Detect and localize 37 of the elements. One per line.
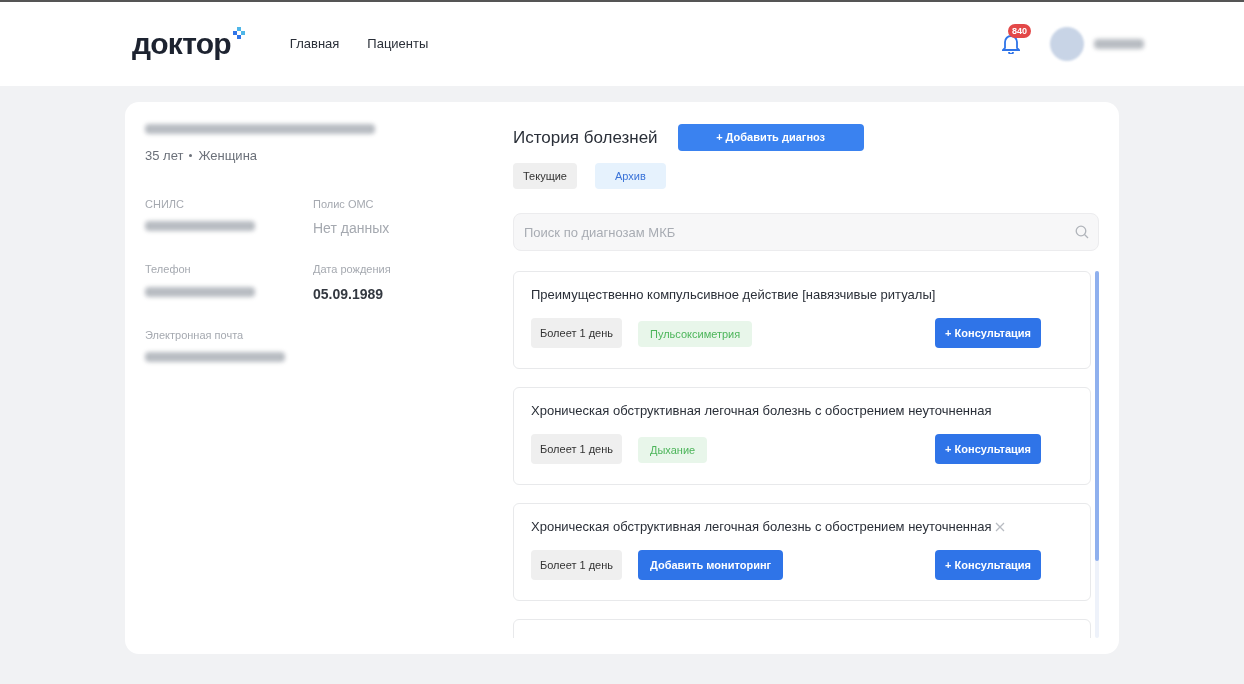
nav-link[interactable]: Пациенты	[367, 34, 429, 54]
field-label: Полис ОМС	[313, 196, 375, 212]
consultation-button[interactable]: + Консультация	[935, 433, 1041, 464]
diagnosis-title: Преимущественно компульсивное действие [навязчивые ритуалы]	[531, 286, 936, 304]
diagnosis-title: Хроническая обструктивная легочная болезнь с обострением неуточненная	[531, 518, 992, 536]
scrollbar[interactable]	[1095, 271, 1099, 638]
search-field[interactable]: Поиск по диагнозам МКБ	[513, 213, 1099, 251]
search-icon	[1075, 225, 1089, 239]
field-label: СНИЛС	[145, 196, 185, 212]
patient-sex: Женщина	[198, 147, 258, 165]
bell-icon	[1002, 34, 1020, 54]
field-label: Телефон	[145, 262, 192, 277]
field-value: 05.09.1989	[313, 284, 385, 304]
field-label: Дата рождения	[313, 262, 392, 277]
patient-age: 35 лет	[145, 147, 184, 165]
close-icon[interactable]	[995, 521, 1006, 532]
notification-count: 840	[1008, 24, 1032, 38]
avatar[interactable]	[1050, 27, 1084, 61]
nav-link[interactable]: Главная	[289, 34, 340, 54]
field-label: Электронная почта	[145, 327, 245, 343]
duration-tag: Болеет 1 день	[531, 549, 622, 580]
field-value: Нет данных	[313, 219, 391, 238]
consultation-button[interactable]: + Консультация	[935, 317, 1041, 348]
section-title: История болезней	[513, 126, 658, 149]
monitoring-tag: Пульсоксиметрия	[638, 320, 753, 347]
filter-tab[interactable]: Текущие	[513, 163, 577, 189]
logo: доктор	[132, 29, 231, 59]
duration-tag: Болеет 1 день	[531, 433, 622, 464]
cross-logo-icon	[232, 27, 245, 39]
diagnosis-title: Хроническая обструктивная легочная болезнь с обострением неуточненная	[531, 402, 992, 420]
add-diagnosis-button[interactable]: + Добавить диагноз	[677, 124, 864, 151]
monitoring-tag: Дыхание	[638, 436, 708, 463]
consultation-button[interactable]: + Консультация	[935, 549, 1041, 580]
duration-tag: Болеет 1 день	[531, 317, 622, 348]
redacted-text	[1094, 39, 1144, 49]
add-monitoring-button[interactable]: Добавить мониторинг	[638, 549, 784, 580]
filter-tab[interactable]: Архив	[594, 163, 666, 189]
